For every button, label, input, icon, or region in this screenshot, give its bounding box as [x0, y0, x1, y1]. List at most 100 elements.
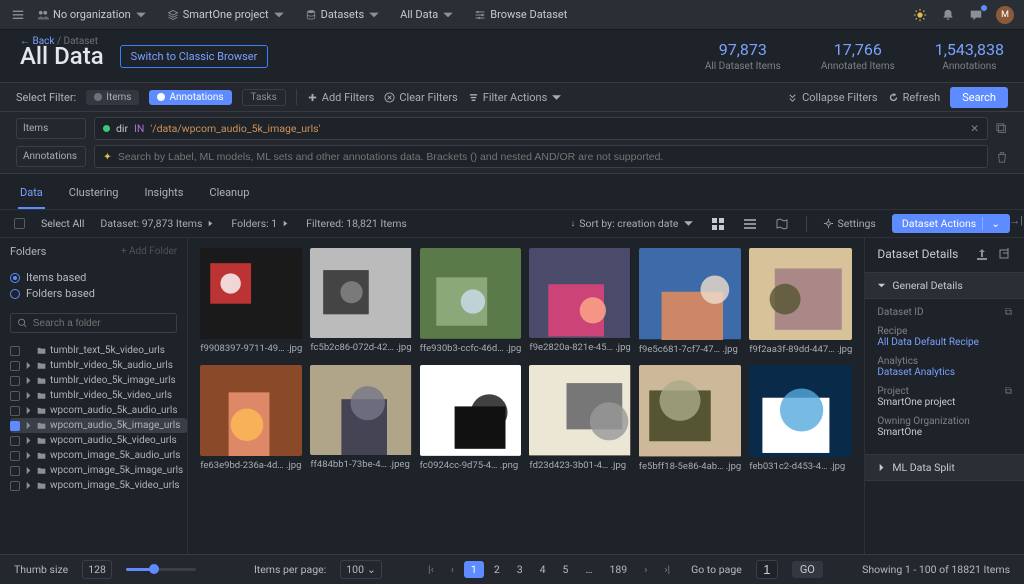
back-link[interactable]: ← Back [20, 36, 54, 47]
map-view-icon[interactable] [774, 216, 790, 232]
pager-page[interactable]: 1 [464, 561, 484, 578]
thumbnail[interactable]: ffe930b3-ccfc-46d… .jpg [420, 248, 522, 355]
bell-icon[interactable] [940, 7, 956, 23]
filter-items[interactable]: Items [86, 90, 139, 105]
general-section-header[interactable]: General Details [865, 272, 1024, 299]
folder-search-input[interactable] [33, 318, 170, 329]
add-folder-button[interactable]: + Add Folder [121, 246, 177, 257]
goto-page-input[interactable] [756, 560, 778, 579]
folder-checkbox[interactable] [10, 451, 20, 461]
recipe-link[interactable]: All Data Default Recipe [877, 337, 1012, 348]
filter-tasks[interactable]: Tasks [242, 89, 286, 106]
clear-query-icon[interactable]: ✕ [970, 122, 979, 135]
folder-row[interactable]: wpcom_audio_5k_audio_urls [10, 403, 187, 418]
pager-page[interactable]: 5 [556, 561, 576, 578]
copy-query-icon[interactable] [996, 122, 1008, 135]
items-based-radio[interactable]: Items based [10, 271, 177, 284]
pager-page[interactable]: 3 [510, 561, 530, 578]
thumbnail[interactable]: f9e5c681-7cf7-47… .jpg [639, 248, 742, 355]
copy-icon[interactable]: ⧉ [1005, 386, 1012, 397]
thumbnail[interactable]: fe5bff18-5e86-4ab… .jpg [639, 365, 742, 472]
analytics-link[interactable]: Dataset Analytics [877, 367, 1012, 378]
folders-based-radio[interactable]: Folders based [10, 287, 177, 300]
items-query-field[interactable]: dir IN '/data/wpcom_audio_5k_image_urls'… [94, 117, 988, 140]
annotations-query-field[interactable]: ✦ [94, 145, 988, 168]
filter-actions-button[interactable]: Filter Actions [468, 91, 563, 104]
folder-row[interactable]: wpcom_image_5k_image_urls [10, 463, 187, 478]
project-selector[interactable]: SmartOne project [162, 5, 290, 24]
hamburger-icon[interactable] [10, 7, 26, 23]
search-button[interactable]: Search [950, 87, 1008, 108]
folder-checkbox[interactable] [10, 466, 20, 476]
thumbnail[interactable]: fc0924cc-9d75-4… .png [420, 365, 522, 472]
folder-row[interactable]: wpcom_image_5k_video_urls [10, 478, 187, 493]
thumb-size-value[interactable]: 128 [82, 560, 112, 579]
delete-query-icon[interactable] [996, 150, 1008, 163]
folder-row[interactable]: tumblr_video_5k_image_urls [10, 373, 187, 388]
pager-prev[interactable]: ‹ [444, 561, 461, 578]
refresh-button[interactable]: Refresh [888, 91, 941, 104]
collapse-panel-icon[interactable]: →| [1008, 212, 1024, 228]
browse-nav[interactable]: Browse Dataset [469, 5, 572, 24]
folder-checkbox[interactable] [10, 346, 20, 356]
folder-row[interactable]: tumblr_video_5k_video_urls [10, 388, 187, 403]
clear-filters-button[interactable]: Clear Filters [384, 91, 457, 104]
folder-checkbox[interactable] [10, 406, 20, 416]
tab-data[interactable]: Data [18, 182, 45, 209]
pager-page[interactable]: 4 [533, 561, 553, 578]
org-selector[interactable]: No organization [32, 5, 152, 24]
ml-split-section-header[interactable]: ML Data Split [865, 454, 1024, 481]
dataset-actions-button[interactable]: Dataset Actions⌄ [892, 214, 1010, 233]
folder-checkbox[interactable] [10, 421, 20, 431]
pager-page[interactable]: 189 [602, 561, 634, 578]
thumbnail[interactable]: fd23d423-3b01-4… .jpg [529, 365, 630, 472]
alldata-nav[interactable]: All Data [395, 5, 459, 24]
list-view-icon[interactable] [742, 216, 758, 232]
upload-icon[interactable] [974, 246, 990, 262]
annotations-input[interactable] [118, 151, 979, 163]
switch-classic-button[interactable]: Switch to Classic Browser [120, 45, 269, 68]
add-filters-button[interactable]: Add Filters [307, 91, 375, 104]
folder-row[interactable]: wpcom_audio_5k_image_urls [10, 418, 187, 433]
avatar[interactable]: M [996, 6, 1014, 24]
pager-last[interactable]: ›| [657, 561, 677, 578]
copy-icon[interactable]: ⧉ [1005, 307, 1012, 318]
select-all-checkbox[interactable] [14, 218, 25, 229]
thumbnail[interactable]: f9908397-9711-49… .jpg [200, 248, 302, 355]
tab-insights[interactable]: Insights [142, 182, 185, 209]
pager-first[interactable]: |‹ [421, 561, 441, 578]
tab-clustering[interactable]: Clustering [67, 182, 121, 209]
folder-search[interactable] [10, 313, 177, 333]
export-icon[interactable] [996, 246, 1012, 262]
items-per-page-select[interactable]: 100 ⌄ [340, 560, 382, 579]
thumbnail[interactable]: feb031c2-d453-4… .jpg [749, 365, 852, 472]
pager-page[interactable]: 2 [487, 561, 507, 578]
collapse-filters-button[interactable]: Collapse Filters [787, 91, 877, 104]
folder-checkbox[interactable] [10, 391, 20, 401]
thumbnail[interactable]: fc5b2c86-072d-42… .jpg [310, 248, 411, 355]
thumbnail[interactable]: f9f2aa3f-89dd-447… .jpg [749, 248, 852, 355]
folder-checkbox[interactable] [10, 481, 20, 491]
go-button[interactable]: GO [792, 561, 823, 578]
thumbnail[interactable]: ff484bb1-73be-4… .jpeg [310, 365, 411, 472]
datasets-nav[interactable]: Datasets [300, 5, 386, 24]
chat-icon[interactable] [968, 7, 984, 23]
thumbnail[interactable]: fe63e9bd-236a-4d… .jpg [200, 365, 302, 472]
tab-cleanup[interactable]: Cleanup [207, 182, 251, 209]
folder-row[interactable]: tumblr_text_5k_video_urls [10, 343, 187, 358]
settings-button[interactable]: Settings [823, 217, 876, 230]
pager-next[interactable]: › [637, 561, 654, 578]
theme-toggle-icon[interactable] [912, 7, 928, 23]
pager-page[interactable]: … [578, 561, 599, 578]
folder-checkbox[interactable] [10, 376, 20, 386]
folder-row[interactable]: wpcom_image_5k_audio_urls [10, 448, 187, 463]
filter-annotations[interactable]: Annotations [149, 90, 231, 105]
sort-dropdown[interactable]: ↓Sort by: creation date [571, 217, 694, 230]
thumb-size-slider[interactable] [126, 568, 196, 571]
folder-checkbox[interactable] [10, 436, 20, 446]
folder-row[interactable]: wpcom_audio_5k_video_urls [10, 433, 187, 448]
folder-row[interactable]: tumblr_video_5k_audio_urls [10, 358, 187, 373]
folder-checkbox[interactable] [10, 361, 20, 371]
grid-view-icon[interactable] [710, 216, 726, 232]
thumbnail[interactable]: f9e2820a-821e-45… .jpg [529, 248, 630, 355]
